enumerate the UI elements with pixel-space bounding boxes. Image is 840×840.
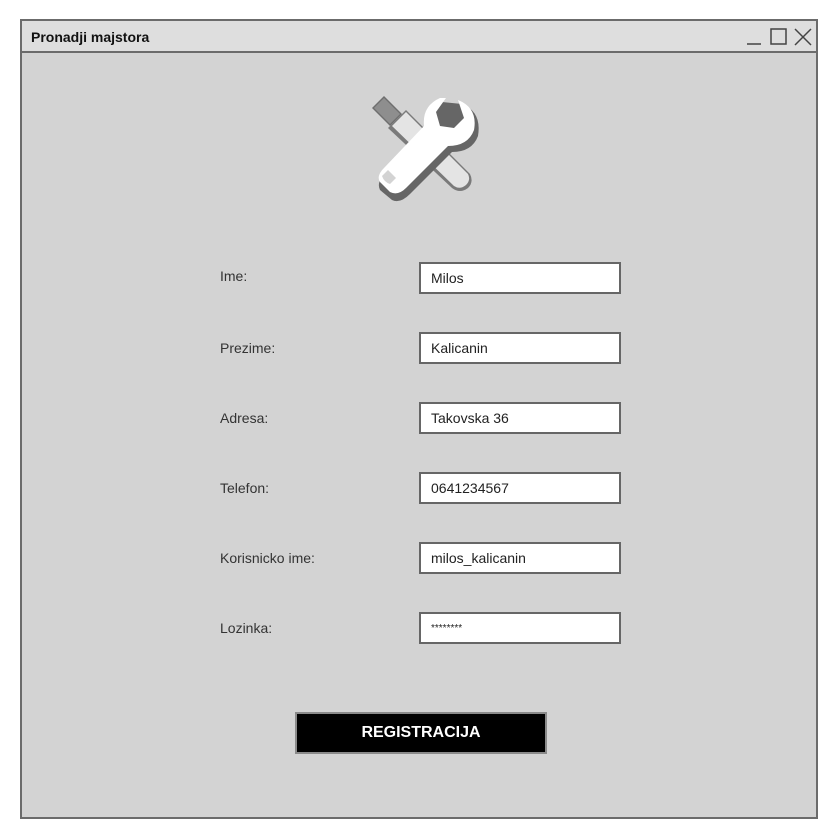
- first-name-input[interactable]: [419, 262, 621, 294]
- window-title: Pronadji majstora: [31, 29, 150, 45]
- last-name-input[interactable]: [419, 332, 621, 364]
- first-name-label: Ime:: [220, 268, 248, 284]
- register-button[interactable]: REGISTRACIJA: [295, 712, 547, 754]
- maximize-icon[interactable]: [768, 26, 790, 48]
- close-icon[interactable]: [792, 26, 814, 48]
- phone-label: Telefon:: [220, 480, 270, 496]
- app-window: Pronadji majstora Ime: Milos Prezime: Ka…: [20, 19, 818, 819]
- title-bar: Pronadji majstora: [22, 21, 816, 53]
- username-label: Korisnicko ime:: [220, 550, 315, 566]
- tools-icon: [362, 86, 486, 210]
- password-label: Lozinka:: [220, 620, 273, 636]
- last-name-label: Prezime:: [220, 340, 276, 356]
- username-input[interactable]: [419, 542, 621, 574]
- address-label: Adresa:: [220, 410, 269, 426]
- password-input[interactable]: [419, 612, 621, 644]
- minimize-icon[interactable]: [744, 26, 766, 48]
- phone-input[interactable]: [419, 472, 621, 504]
- address-input[interactable]: [419, 402, 621, 434]
